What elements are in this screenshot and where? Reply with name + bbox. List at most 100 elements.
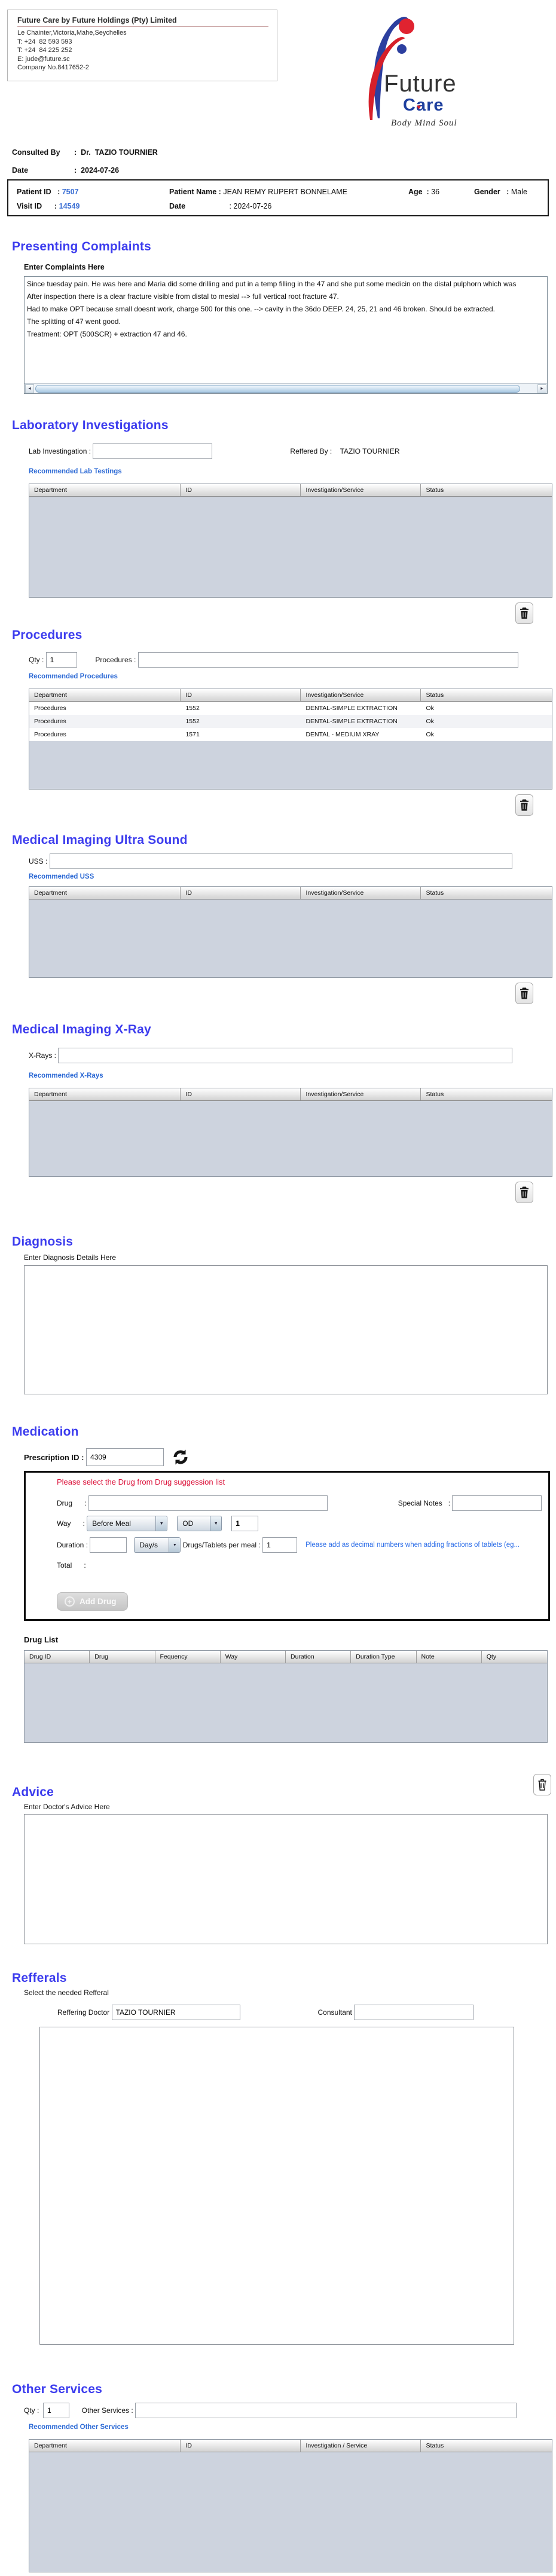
procedures-input[interactable] [138,652,518,668]
other-services-title: Other Services [12,2382,556,2397]
other-services-label: Other Services : [78,2406,135,2415]
table-row[interactable]: Procedures 1552 DENTAL-SIMPLE EXTRACTION… [29,715,552,728]
complaints-box: Since tuesday pain. He was here and Mari… [24,276,548,394]
xray-title: Medical Imaging X-Ray [12,1022,556,1038]
prescription-id-label: Prescription ID : [24,1453,86,1462]
cell-service: DENTAL-SIMPLE EXTRACTION [301,718,421,725]
uss-table-body [29,900,552,977]
table-row[interactable]: Procedures 1552 DENTAL-SIMPLE EXTRACTION… [29,702,552,715]
column-header-id: ID [181,887,301,899]
column-header-service: Investigation/Service [301,887,421,899]
recommended-other-services-link[interactable]: Recommended Other Services [29,2424,129,2431]
page-header: Future Care by Future Holdings (Pty) Lim… [0,0,556,143]
delete-xray-row-button[interactable] [515,1182,533,1203]
heart-icon: ♥ [417,103,421,111]
trash-outline-icon [537,1778,548,1791]
delete-procedure-row-button[interactable] [515,794,533,816]
diagnosis-label: Enter Diagnosis Details Here [24,1253,556,1262]
xray-table-header: Department ID Investigation/Service Stat… [29,1088,552,1101]
column-header-note: Note [417,1651,482,1663]
delete-drug-row-button[interactable] [533,1774,551,1795]
diagnosis-textarea[interactable] [24,1265,548,1394]
complaints-textarea[interactable]: Since tuesday pain. He was here and Mari… [25,277,547,383]
way-qty-input[interactable] [231,1516,258,1531]
duration-label: Duration : [57,1541,90,1549]
drug-input[interactable] [88,1495,328,1511]
trash-icon [520,799,529,811]
uss-table: Department ID Investigation/Service Stat… [29,886,552,978]
duration-input[interactable] [90,1537,127,1553]
drug-list-table-body [25,1663,547,1742]
column-header-qty: Qty [482,1651,547,1663]
lab-investigation-input[interactable] [93,443,212,459]
refresh-prescription-button[interactable] [171,1448,190,1467]
lab-table-header: Department ID Investigation/Service Stat… [29,484,552,497]
way-row: Way : Before Meal ▼ OD ▼ [57,1516,548,1531]
drug-row: Drug : Special Notes : [57,1495,548,1511]
medication-section: Medication Prescription ID : Please sele… [0,1424,556,1743]
other-services-table: Department ID Investigation / Service St… [29,2439,552,2572]
per-meal-label: Drugs/Tablets per meal : [181,1541,262,1549]
gender-label: Gender : [474,188,509,196]
scrollbar-thumb[interactable] [35,385,520,393]
other-services-table-header: Department ID Investigation / Service St… [29,2440,552,2452]
delete-lab-row-button[interactable] [515,602,533,624]
other-qty-input[interactable] [43,2403,69,2418]
per-meal-input[interactable] [262,1537,297,1553]
recommended-uss-link[interactable]: Recommended USS [29,873,94,880]
advice-textarea[interactable] [24,1814,548,1944]
recommended-lab-testings-link[interactable]: Recommended Lab Testings [29,468,122,475]
complaints-label: Enter Complaints Here [24,263,556,271]
special-notes-label: Special Notes : [398,1499,453,1507]
duration-row: Duration : Day/s ▼ Drugs/Tablets per mea… [57,1537,548,1553]
procedures-qty-input[interactable] [46,652,77,668]
cell-department: Procedures [29,718,181,725]
xray-input[interactable] [58,1048,512,1063]
visit-id-group: Visit ID : 14549 [17,202,169,210]
uss-input[interactable] [50,853,512,869]
scroll-right-arrow-icon[interactable]: ► [537,384,546,393]
chevron-down-icon: ▼ [155,1516,167,1531]
table-row[interactable]: Procedures 1571 DENTAL - MEDIUM XRAY Ok [29,728,552,741]
logo-care-text: Care ♥ [403,96,444,115]
referral-list-box[interactable] [39,2027,514,2345]
add-drug-button[interactable]: + Add Drug [57,1592,128,1611]
other-services-input[interactable] [135,2403,517,2418]
procedures-table-header: Department ID Investigation/Service Stat… [29,689,552,702]
consultant-input[interactable] [354,2005,473,2020]
clinic-info-box: Future Care by Future Holdings (Pty) Lim… [7,10,277,81]
referring-doctor-input[interactable] [112,2005,240,2020]
refresh-icon [172,1448,190,1466]
consulted-by-label: Consulted By [12,148,74,157]
cell-service: DENTAL - MEDIUM XRAY [301,731,421,738]
referring-doctor-label: Reffering Doctor [57,2008,112,2017]
consult-date-label: Date [12,166,74,175]
visit-id-label: Visit ID : [17,202,57,210]
procedures-qty-label: Qty : [29,656,46,664]
advice-title: Advice [12,1785,556,1800]
complaints-horizontal-scrollbar[interactable]: ◄ ► [25,383,547,393]
medication-title: Medication [12,1424,556,1440]
logo-tagline: Body Mind Soul [391,118,457,129]
scroll-left-arrow-icon[interactable]: ◄ [25,384,34,393]
column-header-status: Status [421,484,552,496]
delete-uss-row-button[interactable] [515,983,533,1004]
frequency-select[interactable]: OD ▼ [177,1516,222,1531]
recommended-xrays-link[interactable]: Recommended X-Rays [29,1072,103,1079]
recommended-procedures-link[interactable]: Recommended Procedures [29,673,118,680]
presenting-complaints-section: Presenting Complaints Enter Complaints H… [0,239,556,394]
duration-type-select[interactable]: Day/s ▼ [134,1537,181,1553]
lab-table: Department ID Investigation/Service Stat… [29,484,552,598]
way-select[interactable]: Before Meal ▼ [87,1516,167,1531]
patient-id-group: Patient ID : 7507 [17,188,169,196]
column-header-department: Department [29,1088,181,1100]
patient-gender-group: Gender : Male [474,188,527,196]
special-notes-input[interactable] [452,1495,542,1511]
visit-date-label: Date [169,202,227,210]
consulted-by-line: Consulted By : Dr. TAZIO TOURNIER [12,143,556,161]
procedures-title: Procedures [12,628,556,643]
visit-date-group: Date : 2024-07-26 [169,202,408,210]
prescription-id-input[interactable] [86,1448,164,1466]
company-email: E: jude@future.sc [17,55,268,64]
xray-input-row: X-Rays : [29,1047,556,1064]
